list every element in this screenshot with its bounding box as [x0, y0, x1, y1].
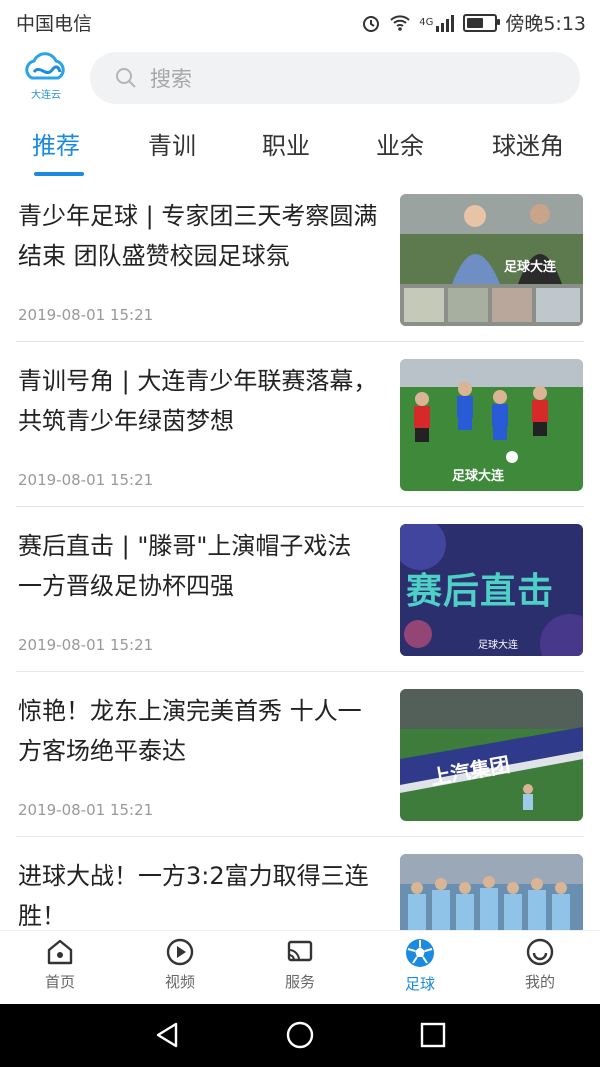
news-feed[interactable]: 青少年足球 | 专家团三天考察圆满结束 团队盛赞校园足球氛 2019-08-01… — [0, 178, 600, 930]
status-bar: 中国电信 4G 傍晚5:13 — [0, 0, 600, 40]
smile-icon — [526, 938, 554, 966]
article-title[interactable]: 惊艳！龙东上演完美首秀 十人一方客场绝平泰达 — [18, 691, 382, 771]
clock: 傍晚5:13 — [505, 13, 586, 35]
search-icon — [116, 68, 136, 88]
article-title[interactable]: 进球大战！一方3:2富力取得三连胜！ — [18, 856, 382, 930]
app-logo[interactable]: 大连云 — [20, 52, 72, 101]
bottom-nav: 首页 视频 服务 足球 我的 — [0, 930, 600, 1005]
divider — [16, 671, 584, 672]
tab-professional[interactable]: 职业 — [262, 126, 310, 161]
thumbnail-caption: 赛后直击 — [406, 571, 555, 612]
home-icon — [47, 939, 73, 965]
tab-youth-training[interactable]: 青训 — [148, 126, 196, 161]
list-item[interactable]: 进球大战！一方3:2富力取得三连胜！ — [0, 838, 600, 930]
article-title[interactable]: 青少年足球 | 专家团三天考察圆满结束 团队盛赞校园足球氛 — [18, 196, 382, 276]
article-thumbnail[interactable]: 上汽集团 — [400, 689, 583, 821]
tab-recommend[interactable]: 推荐 — [32, 126, 80, 161]
nav-label: 足球 — [404, 975, 435, 993]
divider — [16, 506, 584, 507]
list-item[interactable]: 青训号角 | 大连青少年联赛落幕，共筑青少年绿茵梦想 2019-08-01 15… — [0, 343, 600, 507]
tab-fans-corner[interactable]: 球迷角 — [492, 126, 564, 161]
play-icon — [166, 938, 194, 966]
article-title[interactable]: 青训号角 | 大连青少年联赛落幕，共筑青少年绿茵梦想 — [18, 361, 382, 441]
nav-video[interactable]: 视频 — [120, 937, 240, 992]
battery-icon — [463, 13, 501, 32]
list-item[interactable]: 青少年足球 | 专家团三天考察圆满结束 团队盛赞校园足球氛 2019-08-01… — [0, 178, 600, 342]
active-tab-indicator — [34, 172, 84, 176]
home-circle-icon[interactable] — [285, 1020, 315, 1050]
article-thumbnail[interactable]: 赛后直击 足球大连 — [400, 524, 583, 656]
status-icons: 4G 傍晚5:13 — [361, 9, 586, 36]
divider — [16, 341, 584, 342]
list-item[interactable]: 惊艳！龙东上演完美首秀 十人一方客场绝平泰达 2019-08-01 15:21 … — [0, 673, 600, 837]
signal-icon — [436, 14, 455, 32]
nav-services[interactable]: 服务 — [240, 937, 360, 992]
thumbnail-subcaption: 足球大连 — [478, 640, 518, 651]
article-time: 2019-08-01 15:21 — [18, 306, 154, 324]
recents-icon[interactable] — [418, 1020, 448, 1050]
article-thumbnail[interactable] — [400, 854, 583, 930]
photo-team-image — [400, 854, 583, 930]
category-tabs: 推荐 青训 职业 业余 球迷角 — [0, 112, 600, 176]
search-input[interactable]: 搜索 — [90, 52, 580, 104]
thumbnail-caption: 足球大连 — [452, 469, 505, 484]
football-icon — [406, 939, 434, 967]
article-thumbnail[interactable]: 足球大连 — [400, 194, 583, 326]
back-icon[interactable] — [152, 1020, 182, 1050]
divider — [16, 836, 584, 837]
tab-amateur[interactable]: 业余 — [376, 126, 424, 161]
nav-label: 服务 — [284, 973, 315, 991]
article-time: 2019-08-01 15:21 — [18, 636, 154, 654]
list-item[interactable]: 赛后直击 | "滕哥"上演帽子戏法 一方晋级足协杯四强 2019-08-01 1… — [0, 508, 600, 672]
article-time: 2019-08-01 15:21 — [18, 801, 154, 819]
nav-football[interactable]: 足球 — [360, 937, 480, 994]
cloud-logo-icon — [25, 52, 65, 80]
nav-home[interactable]: 首页 — [0, 937, 120, 992]
article-thumbnail[interactable]: 足球大连 — [400, 359, 583, 491]
alarm-icon — [363, 15, 380, 32]
network-type: 4G — [419, 17, 434, 28]
nav-label: 视频 — [164, 973, 195, 991]
nav-profile[interactable]: 我的 — [480, 937, 600, 992]
nav-label: 首页 — [44, 973, 75, 991]
cast-icon — [287, 940, 313, 962]
nav-label: 我的 — [524, 973, 555, 991]
carrier-label: 中国电信 — [16, 13, 93, 35]
search-placeholder: 搜索 — [150, 67, 192, 91]
system-nav-bar — [0, 1004, 600, 1067]
thumbnail-caption: 足球大连 — [504, 260, 557, 275]
search-header: 大连云 搜索 — [0, 40, 600, 112]
wifi-icon — [390, 14, 410, 31]
logo-text: 大连云 — [31, 90, 61, 101]
article-time: 2019-08-01 15:21 — [18, 471, 154, 489]
article-title[interactable]: 赛后直击 | "滕哥"上演帽子戏法 一方晋级足协杯四强 — [18, 526, 382, 606]
